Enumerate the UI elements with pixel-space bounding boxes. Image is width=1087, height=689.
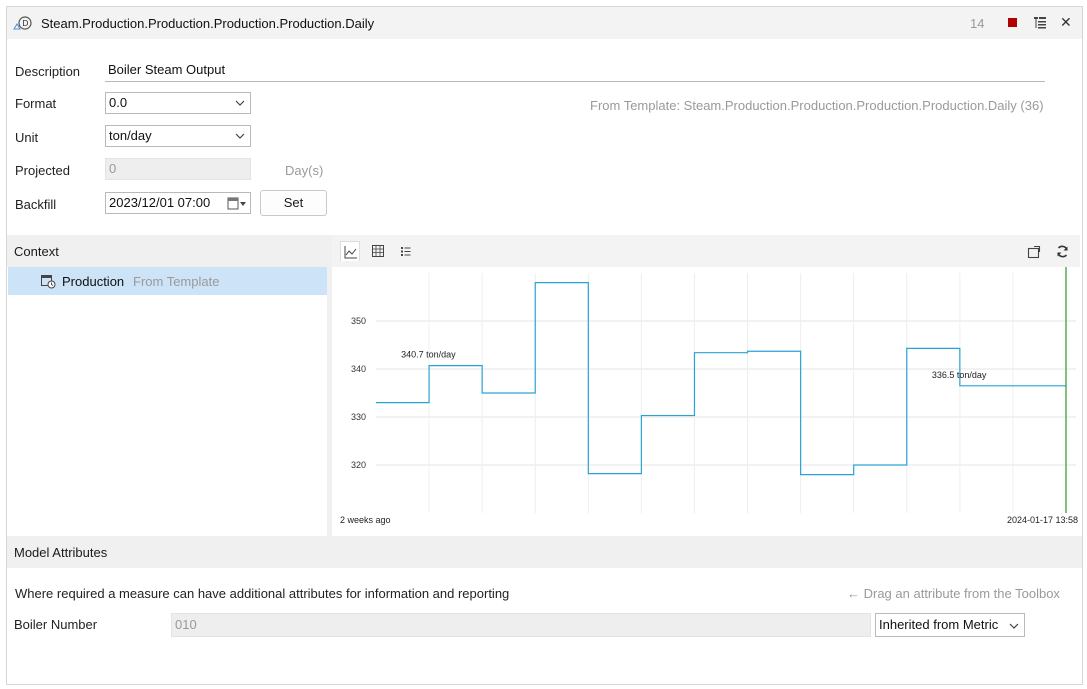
context-item-label: Production <box>62 274 125 289</box>
unit-label: Unit <box>15 130 39 145</box>
popout-icon[interactable] <box>1027 245 1041 259</box>
format-label: Format <box>15 96 57 111</box>
y-tick-label: 320 <box>351 460 366 470</box>
calendar-icon[interactable] <box>227 197 247 210</box>
tab-chart[interactable] <box>340 241 360 261</box>
close-icon[interactable]: ✕ <box>1060 14 1072 31</box>
x-start-label: 2 weeks ago <box>340 515 391 525</box>
model-attributes-description: Where required a measure can have additi… <box>15 586 510 601</box>
measure-icon: D <box>13 16 32 30</box>
unit-value: ton/day <box>109 128 152 143</box>
refresh-icon[interactable] <box>1055 244 1070 259</box>
tab-table[interactable] <box>368 241 388 261</box>
tab-list[interactable] <box>396 241 416 261</box>
chevron-down-icon <box>235 100 245 106</box>
table-icon <box>372 245 384 257</box>
projected-unit: Day(s) <box>285 163 324 178</box>
context-item[interactable]: Production From Template <box>8 267 327 295</box>
backfill-label: Backfill <box>15 197 57 212</box>
attribute-value-field: 010 <box>171 613 871 637</box>
backfill-value: 2023/12/01 07:00 <box>109 195 211 210</box>
model-attributes-title: Model Attributes <box>14 545 108 560</box>
line-chart-icon <box>344 246 357 259</box>
y-tick-label: 340 <box>351 364 366 374</box>
context-header: Context <box>7 235 327 267</box>
calendar-clock-icon <box>41 275 56 289</box>
y-tick-label: 330 <box>351 412 366 422</box>
trend-chart: 350 340 330 320 2 weeks ago 2024-01-17 13:5… <box>340 267 1078 525</box>
projected-field: 0 <box>105 158 251 180</box>
title-bar: D Steam.Production.Production.Production… <box>7 7 1082 39</box>
stop-icon[interactable] <box>1008 18 1017 27</box>
tree-icon[interactable] <box>1033 16 1047 30</box>
description-label: Description <box>15 64 81 79</box>
inheritance-select[interactable]: Inherited from Metric <box>875 613 1025 637</box>
context-item-source: From Template <box>133 274 220 289</box>
model-attributes-header: Model Attributes <box>7 536 1082 568</box>
description-field[interactable]: Boiler Steam Output <box>105 60 1045 82</box>
y-tick-label: 350 <box>351 316 366 326</box>
chevron-down-icon <box>235 133 245 139</box>
measure-window: D Steam.Production.Production.Production… <box>6 6 1083 685</box>
template-hint: From Template: Steam.Production.Producti… <box>590 98 1044 113</box>
drag-hint: ← Drag an attribute from the Toolbox <box>847 586 1060 601</box>
data-label: 340.7 ton/day <box>401 350 456 360</box>
unit-select[interactable]: ton/day <box>105 125 251 147</box>
x-end-label: 2024-01-17 13:58 <box>1007 515 1078 525</box>
format-value: 0.0 <box>109 95 128 110</box>
data-label: 336.5 ton/day <box>932 370 987 380</box>
backfill-date-picker[interactable]: 2023/12/01 07:00 <box>105 192 251 214</box>
svg-text:D: D <box>22 19 28 28</box>
attribute-label: Boiler Number <box>14 617 98 632</box>
revision-count: 14 <box>970 16 985 31</box>
format-select[interactable]: 0.0 <box>105 92 251 114</box>
inheritance-value: Inherited from Metric <box>879 617 999 632</box>
list-icon <box>401 247 411 256</box>
projected-label: Projected <box>15 163 70 178</box>
context-title: Context <box>14 244 59 259</box>
chart-area: 350 340 330 320 2 weeks ago 2024-01-17 13:5… <box>332 267 1080 536</box>
chart-toolbar <box>332 235 1080 267</box>
window-title: Steam.Production.Production.Production.P… <box>41 16 375 31</box>
set-button[interactable]: Set <box>260 190 327 216</box>
chevron-down-icon <box>1009 623 1019 629</box>
